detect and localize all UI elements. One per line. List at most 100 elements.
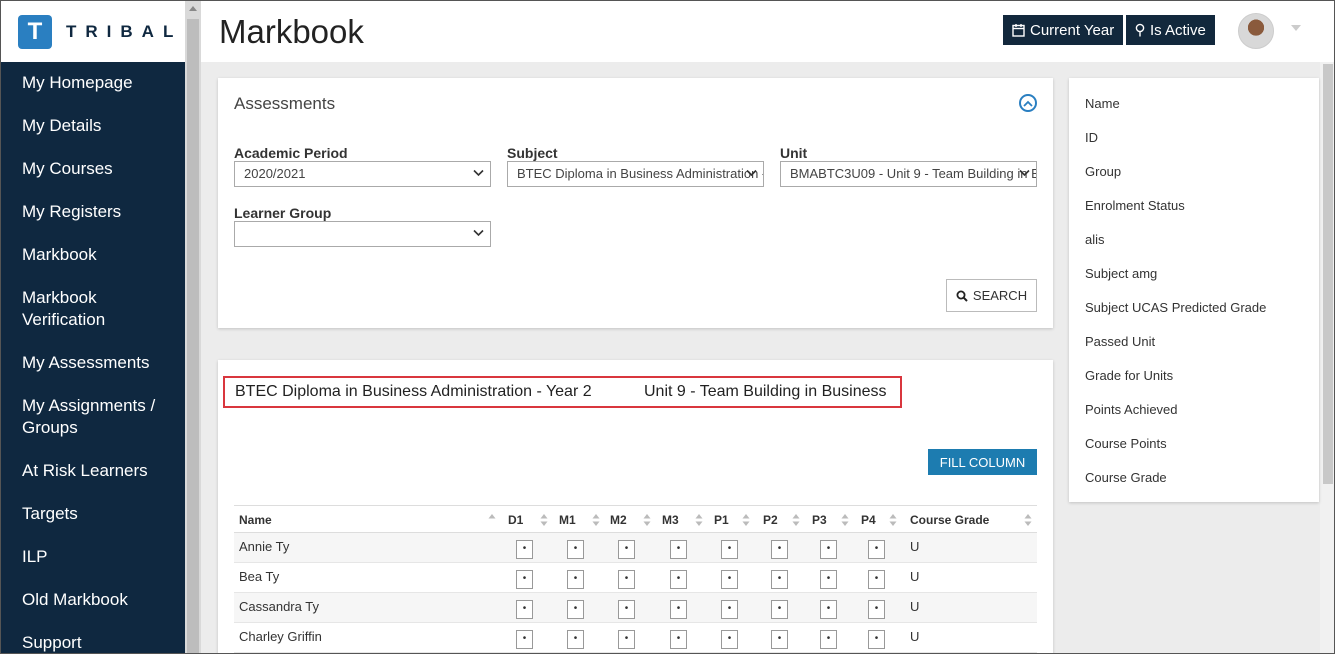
grade-cell-p1[interactable]: • xyxy=(721,630,738,649)
grade-cell-m1[interactable]: • xyxy=(567,600,584,619)
grade-cell-m1[interactable]: • xyxy=(567,570,584,589)
chevron-down-icon[interactable] xyxy=(1291,25,1301,31)
column-field-item[interactable]: Points Achieved xyxy=(1085,402,1178,417)
grade-cell-d1[interactable]: • xyxy=(516,570,533,589)
course-grade-value: U xyxy=(910,629,920,644)
sort-icon[interactable] xyxy=(643,513,651,527)
user-avatar[interactable] xyxy=(1238,13,1274,49)
column-field-item[interactable]: Passed Unit xyxy=(1085,334,1155,349)
is-active-button[interactable]: Is Active xyxy=(1126,15,1215,45)
column-header-p1[interactable]: P1 xyxy=(714,513,729,527)
sidebar-item-ilp[interactable]: ILP xyxy=(1,536,185,579)
grade-cell-m2[interactable]: • xyxy=(618,630,635,649)
column-header-m1[interactable]: M1 xyxy=(559,513,576,527)
sort-icon[interactable] xyxy=(742,513,750,527)
column-header-p2[interactable]: P2 xyxy=(763,513,778,527)
column-field-item[interactable]: Name xyxy=(1085,96,1120,111)
learner-name[interactable]: Charley Griffin xyxy=(239,629,322,644)
sidebar-scrollbar-thumb[interactable] xyxy=(187,19,199,653)
sidebar-item-my-registers[interactable]: My Registers xyxy=(1,191,185,234)
grade-cell-p2[interactable]: • xyxy=(771,630,788,649)
grade-cell-m1[interactable]: • xyxy=(567,630,584,649)
sort-icon[interactable] xyxy=(841,513,849,527)
column-field-item[interactable]: Course Points xyxy=(1085,436,1167,451)
sort-icon[interactable] xyxy=(695,513,703,527)
grade-cell-p2[interactable]: • xyxy=(771,600,788,619)
sort-icon[interactable] xyxy=(540,513,548,527)
grade-cell-p1[interactable]: • xyxy=(721,600,738,619)
sidebar-scrollbar[interactable] xyxy=(185,1,201,653)
grade-cell-p2[interactable]: • xyxy=(771,540,788,559)
column-header-name[interactable]: Name xyxy=(239,513,272,527)
sidebar-item-old-markbook[interactable]: Old Markbook xyxy=(1,579,185,622)
grade-cell-d1[interactable]: • xyxy=(516,630,533,649)
sidebar-item-markbook[interactable]: Markbook xyxy=(1,234,185,277)
unit-label: Unit xyxy=(780,145,808,161)
grade-cell-p3[interactable]: • xyxy=(820,540,837,559)
column-header-d1[interactable]: D1 xyxy=(508,513,523,527)
sidebar-item-targets[interactable]: Targets xyxy=(1,493,185,536)
grade-cell-m3[interactable]: • xyxy=(670,600,687,619)
grade-cell-p2[interactable]: • xyxy=(771,570,788,589)
sidebar-item-my-homepage[interactable]: My Homepage xyxy=(1,62,185,105)
grade-cell-m3[interactable]: • xyxy=(670,540,687,559)
scroll-up-arrow-icon[interactable] xyxy=(189,6,197,11)
grade-cell-m3[interactable]: • xyxy=(670,570,687,589)
sidebar-item-markbook-verification[interactable]: Markbook Verification xyxy=(1,277,185,342)
column-header-m3[interactable]: M3 xyxy=(662,513,679,527)
grade-cell-d1[interactable]: • xyxy=(516,600,533,619)
learner-name[interactable]: Bea Ty xyxy=(239,569,279,584)
subject-select[interactable]: BTEC Diploma in Business Administration … xyxy=(507,161,764,187)
grade-cell-p4[interactable]: • xyxy=(868,600,885,619)
column-header-m2[interactable]: M2 xyxy=(610,513,627,527)
grade-cell-p4[interactable]: • xyxy=(868,540,885,559)
main-scrollbar[interactable] xyxy=(1320,62,1334,653)
grade-cell-m1[interactable]: • xyxy=(567,540,584,559)
learner-name[interactable]: Cassandra Ty xyxy=(239,599,319,614)
grade-cell-p3[interactable]: • xyxy=(820,570,837,589)
column-header-p3[interactable]: P3 xyxy=(812,513,827,527)
column-field-item[interactable]: Subject amg xyxy=(1085,266,1157,281)
column-field-item[interactable]: Grade for Units xyxy=(1085,368,1173,383)
search-button[interactable]: SEARCH xyxy=(946,279,1037,312)
sidebar-item-my-courses[interactable]: My Courses xyxy=(1,148,185,191)
column-field-item[interactable]: Group xyxy=(1085,164,1121,179)
unit-select[interactable]: BMABTC3U09 - Unit 9 - Team Building in B… xyxy=(780,161,1037,187)
brand-logo[interactable]: T TRIBAL xyxy=(1,1,185,62)
sidebar-item-support[interactable]: Support xyxy=(1,622,185,653)
column-field-item[interactable]: alis xyxy=(1085,232,1105,247)
grade-cell-p4[interactable]: • xyxy=(868,570,885,589)
sort-icon[interactable] xyxy=(592,513,600,527)
grade-cell-m2[interactable]: • xyxy=(618,540,635,559)
current-year-button[interactable]: Current Year xyxy=(1003,15,1124,45)
column-field-item[interactable]: Subject UCAS Predicted Grade xyxy=(1085,300,1266,315)
column-header-course-grade[interactable]: Course Grade xyxy=(910,513,989,527)
column-field-item[interactable]: ID xyxy=(1085,130,1098,145)
learner-name[interactable]: Annie Ty xyxy=(239,539,289,554)
sidebar-item-at-risk-learners[interactable]: At Risk Learners xyxy=(1,450,185,493)
sort-icon[interactable] xyxy=(488,513,496,527)
column-field-item[interactable]: Enrolment Status xyxy=(1085,198,1185,213)
grade-cell-p3[interactable]: • xyxy=(820,600,837,619)
sort-icon[interactable] xyxy=(1024,513,1032,527)
sort-icon[interactable] xyxy=(889,513,897,527)
chevron-up-circle-icon[interactable] xyxy=(1019,94,1037,112)
grade-cell-p1[interactable]: • xyxy=(721,570,738,589)
grade-cell-d1[interactable]: • xyxy=(516,540,533,559)
learner-group-select[interactable] xyxy=(234,221,491,247)
grade-cell-p1[interactable]: • xyxy=(721,540,738,559)
grade-cell-m2[interactable]: • xyxy=(618,600,635,619)
grade-cell-p3[interactable]: • xyxy=(820,630,837,649)
sidebar-item-my-details[interactable]: My Details xyxy=(1,105,185,148)
grade-cell-m3[interactable]: • xyxy=(670,630,687,649)
sort-icon[interactable] xyxy=(792,513,800,527)
column-field-item[interactable]: Course Grade xyxy=(1085,470,1167,485)
academic-period-select[interactable]: 2020/2021 xyxy=(234,161,491,187)
column-header-p4[interactable]: P4 xyxy=(861,513,876,527)
grade-cell-m2[interactable]: • xyxy=(618,570,635,589)
sidebar-item-my-assignments-groups[interactable]: My Assignments / Groups xyxy=(1,385,185,450)
sidebar-item-my-assessments[interactable]: My Assessments xyxy=(1,342,185,385)
grade-cell-p4[interactable]: • xyxy=(868,630,885,649)
fill-column-button[interactable]: FILL COLUMN xyxy=(928,449,1037,475)
main-scrollbar-thumb[interactable] xyxy=(1323,64,1333,484)
